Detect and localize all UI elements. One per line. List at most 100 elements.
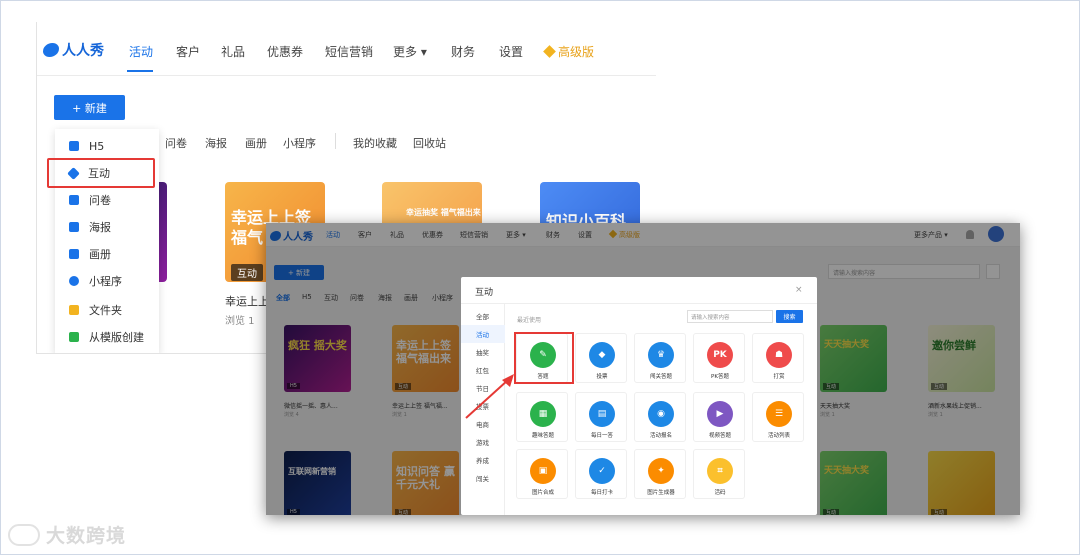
miniprogram-icon (69, 276, 79, 286)
logo-text: 人人秀 (62, 43, 104, 59)
tile-reward[interactable]: ☗ 打赏 (752, 333, 804, 383)
album-icon (69, 249, 79, 259)
survey-icon (69, 195, 79, 205)
tile-label: 图片生成器 (647, 490, 675, 496)
card-type-label: 互动 (231, 264, 263, 281)
signup-icon: ◉ (648, 401, 674, 427)
tab-favorites[interactable]: 我的收藏 (353, 135, 397, 151)
nav-sms[interactable]: 短信营销 (325, 43, 373, 60)
pk-icon: PK (707, 342, 733, 368)
category-game[interactable]: 游戏 (461, 433, 505, 451)
calendar-icon: ▤ (589, 401, 615, 427)
menu-label: 海报 (89, 221, 111, 234)
menu-item-poster[interactable]: 海报 (55, 214, 159, 240)
tile-pk[interactable]: PK PK答题 (693, 333, 745, 383)
picture-icon: ▦ (530, 401, 556, 427)
nav-customer[interactable]: 客户 (176, 43, 200, 60)
menu-label: 从模版创建 (89, 331, 144, 344)
tab-miniprogram[interactable]: 小程序 (283, 135, 316, 151)
qrcode-icon: ⌗ (707, 458, 733, 484)
red-arrow (465, 374, 514, 419)
card-caption: 幸运上上 (225, 295, 269, 308)
tab-divider (335, 133, 336, 149)
tile-signup[interactable]: ◉ 活动报名 (634, 392, 686, 442)
menu-label: H5 (89, 139, 105, 153)
template-icon (69, 332, 79, 342)
tile-label: 闯关答题 (649, 374, 672, 380)
menu-item-h5[interactable]: H5 (55, 133, 159, 159)
menu-label: 画册 (89, 248, 111, 261)
new-button[interactable]: + 新建 (54, 95, 125, 120)
logo[interactable]: 人人秀 (43, 40, 104, 60)
magic-icon: ✦ (648, 458, 674, 484)
trophy-icon: ♛ (648, 342, 674, 368)
category-activity[interactable]: 活动 (461, 325, 505, 343)
tile-label: 打赏 (773, 374, 785, 380)
tile-magic[interactable]: ✦ 图片生成器 (634, 449, 686, 499)
tile-list[interactable]: ☰ 活动列表 (752, 392, 804, 442)
nav-coupons[interactable]: 优惠券 (267, 43, 303, 60)
category-all[interactable]: 全部 (461, 307, 505, 325)
tile-calendar[interactable]: ▤ 每日一答 (575, 392, 627, 442)
nav-finance[interactable]: 财务 (451, 43, 475, 60)
tile-image-compose[interactable]: ▣ 图片合成 (516, 449, 568, 499)
tile-label: PK答题 (711, 374, 729, 380)
tile-label: 图片合成 (531, 490, 554, 496)
image-compose-icon: ▣ (530, 458, 556, 484)
tab-poster[interactable]: 海报 (205, 135, 227, 151)
menu-label: 文件夹 (89, 304, 122, 317)
close-icon[interactable]: × (795, 285, 803, 295)
tab-recycle-bin[interactable]: 回收站 (413, 135, 446, 151)
nav-pro[interactable]: 高级版 (543, 43, 595, 60)
nav-more[interactable]: 更多 ▾ (393, 43, 427, 60)
tile-label: 活动报名 (649, 433, 672, 439)
watermark-text: 大数跨境 (46, 525, 127, 547)
menu-item-miniprogram[interactable]: 小程序 (55, 268, 159, 294)
tab-survey[interactable]: 问卷 (165, 135, 187, 151)
tile-label: 视频答题 (708, 433, 731, 439)
tile-label: 活码 (714, 490, 726, 496)
pro-label: 高级版 (558, 45, 595, 59)
category-challenge[interactable]: 闯关 (461, 469, 505, 487)
top-nav: 人人秀 活动 客户 礼品 优惠券 短信营销 更多 ▾ 财务 设置 高级版 (37, 22, 656, 76)
tile-picture[interactable]: ▦ 趣味答题 (516, 392, 568, 442)
menu-item-survey[interactable]: 问卷 (55, 187, 159, 213)
category-lottery[interactable]: 抽奖 (461, 343, 505, 361)
card-title: 幸运抽奖 福气福出来 (406, 208, 481, 217)
nav-activity[interactable]: 活动 (129, 43, 153, 60)
nav-gifts[interactable]: 礼品 (221, 43, 245, 60)
active-underline (127, 70, 153, 72)
h5-icon (69, 141, 79, 151)
category-nurture[interactable]: 养成 (461, 451, 505, 469)
tile-label: 每日打卡 (590, 490, 613, 496)
tab-album[interactable]: 画册 (245, 135, 267, 151)
tile-label: 每日一答 (590, 433, 613, 439)
poster-icon (69, 222, 79, 232)
video-icon: ▶ (707, 401, 733, 427)
menu-item-folder[interactable]: 文件夹 (55, 297, 159, 323)
menu-item-album[interactable]: 画册 (55, 241, 159, 267)
tile-label: 投票 (596, 374, 608, 380)
checkin-icon: ✓ (589, 458, 615, 484)
card-views: 浏览 1 (225, 316, 255, 327)
watermark: 大数跨境 (8, 521, 126, 548)
diamond-icon (543, 45, 556, 58)
menu-label: 问卷 (89, 194, 111, 207)
search-input[interactable]: 请输入搜索内容 (687, 310, 773, 323)
list-icon: ☰ (766, 401, 792, 427)
bird-logo-icon (43, 43, 59, 57)
tile-qrcode[interactable]: ⌗ 活码 (693, 449, 745, 499)
vote-icon: ◆ (589, 342, 615, 368)
divider (461, 303, 817, 304)
search-button[interactable]: 搜索 (776, 310, 803, 323)
modal-title: 互动 (475, 288, 494, 298)
nav-settings[interactable]: 设置 (499, 43, 523, 60)
highlight-box-quiz (514, 332, 574, 384)
tile-vote[interactable]: ◆ 投票 (575, 333, 627, 383)
highlight-box-interactive (47, 158, 155, 188)
tile-video[interactable]: ▶ 视频答题 (693, 392, 745, 442)
menu-item-from-template[interactable]: 从模版创建 (55, 324, 159, 350)
tile-label: 活动列表 (767, 433, 790, 439)
tile-trophy[interactable]: ♛ 闯关答题 (634, 333, 686, 383)
tile-checkin[interactable]: ✓ 每日打卡 (575, 449, 627, 499)
